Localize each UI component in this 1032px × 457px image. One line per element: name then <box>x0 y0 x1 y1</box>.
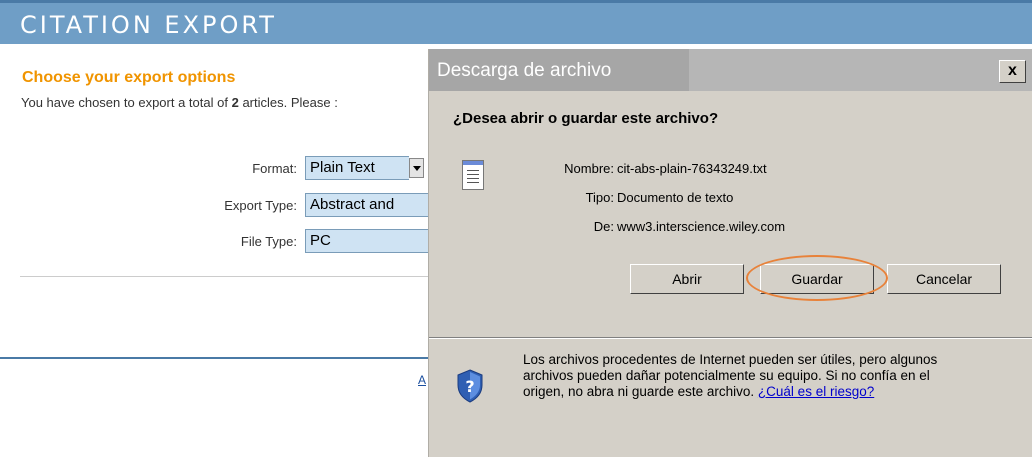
file-source-label: De: <box>593 219 614 234</box>
export-type-label: Export Type: <box>224 198 297 213</box>
dialog-title: Descarga de archivo <box>437 60 612 81</box>
dropdown-arrow-icon[interactable] <box>409 158 424 178</box>
dialog-question: ¿Desea abrir o guardar este archivo? <box>453 110 719 127</box>
file-name-label: Nombre: <box>564 161 614 176</box>
open-button[interactable]: Abrir <box>630 264 744 294</box>
file-type-value: Documento de texto <box>617 190 734 205</box>
download-dialog: Descarga de archivo x ¿Desea abrir o gua… <box>428 49 1032 457</box>
risk-link[interactable]: ¿Cuál es el riesgo? <box>758 384 874 399</box>
shield-question-icon: ? <box>457 369 483 403</box>
article-count: 2 <box>231 95 239 110</box>
dialog-titlebar[interactable]: Descarga de archivo x <box>429 49 1032 91</box>
file-name-value: cit-abs-plain-76343249.txt <box>617 161 767 176</box>
section-title: Choose your export options <box>22 69 236 86</box>
warning-text: Los archivos procedentes de Internet pue… <box>523 352 938 399</box>
close-icon[interactable]: x <box>999 60 1026 83</box>
file-type-label: File Type: <box>240 234 297 249</box>
export-type-select[interactable]: Abstract and <box>305 193 429 217</box>
divider <box>20 276 430 277</box>
format-select[interactable]: Plain Text <box>305 156 409 180</box>
file-type-label: Tipo: <box>585 190 614 205</box>
file-source-value: www3.interscience.wiley.com <box>617 219 786 234</box>
text-file-icon <box>462 160 484 190</box>
format-label: Format: <box>252 161 297 176</box>
page-title: CITATION EXPORT <box>20 11 277 39</box>
security-warning: Los archivos procedentes de Internet pue… <box>523 352 963 400</box>
file-type-select[interactable]: PC <box>305 229 429 253</box>
partial-link[interactable]: A <box>418 373 426 387</box>
divider-blue <box>0 357 430 359</box>
intro-prefix: You have chosen to export a total of <box>21 95 228 110</box>
cancel-button[interactable]: Cancelar <box>887 264 1001 294</box>
intro-suffix: articles. Please : <box>242 95 338 110</box>
save-button[interactable]: Guardar <box>760 264 874 294</box>
page-header: CITATION EXPORT <box>0 0 1032 44</box>
intro-text: You have chosen to export a total of 2 a… <box>21 95 338 110</box>
svg-text:?: ? <box>465 377 474 396</box>
